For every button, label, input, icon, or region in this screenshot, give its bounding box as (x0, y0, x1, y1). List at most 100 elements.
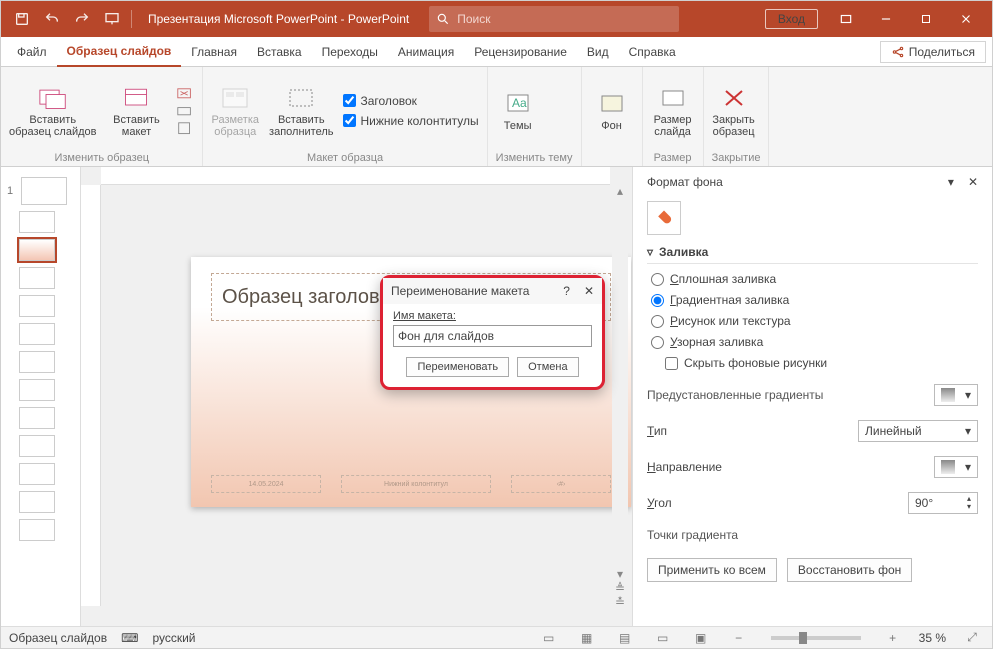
slide-canvas-area: Образец заголовка 14.05.2024 Нижний коло… (81, 167, 632, 626)
footer-text[interactable]: Нижний колонтитул (341, 475, 491, 493)
zoom-slider[interactable] (771, 636, 861, 640)
master-layout-button: Разметка образца (211, 84, 259, 138)
radio-solid-fill[interactable]: Сплошная заливка (651, 272, 978, 286)
footer-date[interactable]: 14.05.2024 (211, 475, 321, 493)
rename-layout-dialog: Переименование макета ? ✕ Имя макета: Пе… (380, 275, 605, 390)
layout-thumb[interactable] (19, 435, 55, 457)
tab-review[interactable]: Рецензирование (464, 37, 577, 67)
master-thumb[interactable] (21, 177, 67, 205)
undo-icon[interactable] (37, 5, 67, 33)
rename-confirm-button[interactable]: Переименовать (406, 357, 509, 377)
radio-pattern-fill[interactable]: Узорная заливка (651, 335, 978, 349)
search-placeholder: Поиск (457, 12, 490, 26)
fit-window-icon[interactable]: ⤢ (960, 629, 984, 647)
footer-number[interactable]: ‹#› (511, 475, 611, 493)
ribbon: Вставить образец слайдов Вставить макет … (1, 67, 992, 167)
layout-thumb[interactable] (19, 463, 55, 485)
tab-slide-master[interactable]: Образец слайдов (57, 37, 182, 67)
cancel-button[interactable]: Отмена (517, 357, 578, 377)
direction-label: Направление (647, 460, 934, 474)
language-icon[interactable]: ⌨ (121, 631, 138, 645)
group-label: Закрытие (712, 150, 761, 164)
next-slide-icon[interactable]: ≛ (614, 596, 626, 608)
delete-button[interactable] (176, 87, 194, 101)
sorter-view-icon[interactable]: ▤ (613, 629, 637, 647)
layout-thumb[interactable] (19, 351, 55, 373)
fill-section-header[interactable]: ▿Заливка (647, 245, 978, 264)
close-icon[interactable] (946, 1, 986, 37)
layout-thumb[interactable] (19, 211, 55, 233)
zoom-in-button[interactable]: + (881, 629, 905, 647)
search-box[interactable]: Поиск (429, 6, 679, 32)
themes-button[interactable]: Aa Темы (496, 90, 540, 132)
pane-close-icon[interactable]: ✕ (968, 175, 978, 189)
title-checkbox[interactable]: Заголовок (343, 94, 478, 108)
sign-in-button[interactable]: Вход (765, 9, 818, 29)
vertical-scrollbar[interactable]: ▴ ▾ ≜ ≛ (612, 185, 628, 608)
layout-thumb-selected[interactable] (19, 239, 55, 261)
normal-view-icon[interactable]: ▦ (575, 629, 599, 647)
layout-thumb[interactable] (19, 323, 55, 345)
tab-transitions[interactable]: Переходы (312, 37, 388, 67)
tab-help[interactable]: Справка (619, 37, 686, 67)
rename-button[interactable] (176, 104, 194, 118)
slideshow-icon[interactable] (97, 5, 127, 33)
apply-to-all-button[interactable]: Применить ко всем (647, 558, 777, 582)
thumbnail-pane[interactable]: 1 (1, 167, 81, 626)
tab-insert[interactable]: Вставка (247, 37, 312, 67)
insert-slide-master-button[interactable]: Вставить образец слайдов (9, 84, 96, 138)
notes-button[interactable]: ▭ (537, 629, 561, 647)
type-dropdown[interactable]: Линейный▾ (858, 420, 978, 442)
status-language[interactable]: русский (152, 631, 195, 645)
fill-category-icon[interactable] (647, 201, 681, 235)
format-background-pane: Формат фона ▾ ✕ ▿Заливка Сплошная заливк… (632, 167, 992, 626)
reset-background-button[interactable]: Восстановить фон (787, 558, 912, 582)
slide-size-button[interactable]: Размер слайда (651, 84, 695, 138)
tab-view[interactable]: Вид (577, 37, 619, 67)
preserve-button[interactable] (176, 121, 194, 135)
zoom-level[interactable]: 35 % (919, 631, 946, 645)
preset-gradients-dropdown[interactable]: ▾ (934, 384, 978, 406)
insert-layout-button[interactable]: Вставить макет (106, 84, 166, 138)
ribbon-display-icon[interactable] (826, 1, 866, 37)
insert-placeholder-button[interactable]: Вставить заполнитель (269, 84, 333, 138)
group-background: Фон (582, 67, 643, 166)
hide-background-checkbox[interactable]: Скрыть фоновые рисунки (665, 356, 978, 370)
layout-thumb[interactable] (19, 295, 55, 317)
angle-spinner[interactable]: 90°▴▾ (908, 492, 978, 514)
tab-animations[interactable]: Анимация (388, 37, 464, 67)
background-button[interactable]: Фон (590, 90, 634, 132)
tab-file[interactable]: Файл (7, 37, 57, 67)
footers-checkbox[interactable]: Нижние колонтитулы (343, 114, 478, 128)
group-edit-master: Вставить образец слайдов Вставить макет … (1, 67, 203, 166)
redo-icon[interactable] (67, 5, 97, 33)
radio-gradient-fill[interactable]: Градиентная заливка (651, 293, 978, 307)
layout-thumb[interactable] (19, 379, 55, 401)
scroll-up-icon[interactable]: ▴ (614, 185, 626, 197)
share-button[interactable]: Поделиться (880, 41, 986, 63)
layout-thumb[interactable] (19, 491, 55, 513)
dialog-close-icon[interactable]: ✕ (584, 284, 594, 298)
reading-view-icon[interactable]: ▭ (651, 629, 675, 647)
layout-thumb[interactable] (19, 519, 55, 541)
scroll-down-icon[interactable]: ▾ (614, 568, 626, 580)
save-icon[interactable] (7, 5, 37, 33)
tab-home[interactable]: Главная (181, 37, 247, 67)
group-size: Размер слайда Размер (643, 67, 704, 166)
direction-dropdown[interactable]: ▾ (934, 456, 978, 478)
window-title: Презентация Microsoft PowerPoint - Power… (148, 12, 409, 26)
prev-slide-icon[interactable]: ≜ (614, 582, 626, 594)
slideshow-view-icon[interactable]: ▣ (689, 629, 713, 647)
zoom-out-button[interactable]: − (727, 629, 751, 647)
minimize-icon[interactable] (866, 1, 906, 37)
maximize-icon[interactable] (906, 1, 946, 37)
dialog-help-icon[interactable]: ? (563, 284, 570, 298)
pane-options-icon[interactable]: ▾ (948, 175, 954, 189)
angle-label: Угол (647, 496, 908, 510)
layout-thumb[interactable] (19, 407, 55, 429)
close-master-button[interactable]: Закрыть образец (712, 84, 756, 138)
layout-thumb[interactable] (19, 267, 55, 289)
radio-picture-fill[interactable]: Рисунок или текстура (651, 314, 978, 328)
pane-title: Формат фона (647, 175, 723, 189)
layout-name-input[interactable] (393, 325, 592, 347)
